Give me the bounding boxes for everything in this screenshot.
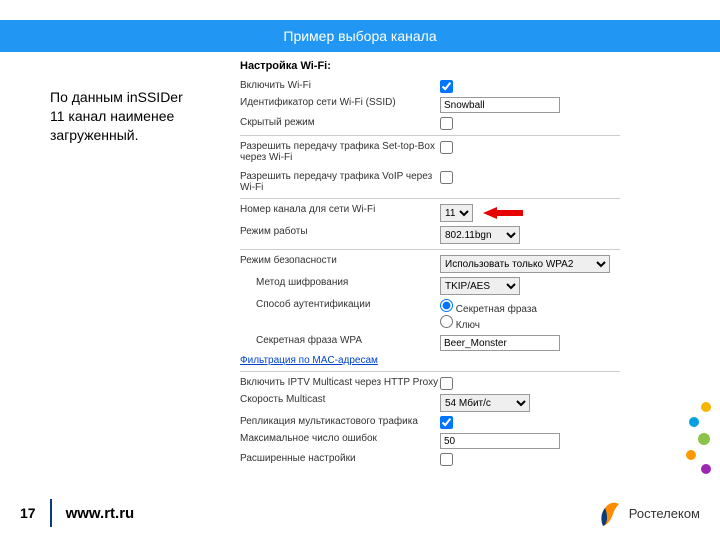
- auth-key-label: Ключ: [456, 320, 480, 331]
- row-advanced: Расширенные настройки: [240, 451, 680, 468]
- max-errors-label: Максимальное число ошибок: [240, 433, 440, 444]
- mcast-speed-select[interactable]: 54 Мбит/с: [440, 394, 530, 412]
- side-note: По данным inSSIDer 11 канал наименее заг…: [50, 88, 200, 145]
- row-mac-filter: Фильтрация по MAC-адресам: [240, 353, 680, 368]
- replication-checkbox[interactable]: [440, 416, 453, 429]
- side-note-text: По данным inSSIDer 11 канал наименее заг…: [50, 89, 183, 143]
- row-security: Режим безопасности Использовать только W…: [240, 253, 680, 275]
- footer-divider: [50, 499, 52, 527]
- slide-title: Пример выбора канала: [283, 28, 436, 44]
- stb-label: Разрешить передачу трафика Set-top-Box ч…: [240, 141, 440, 163]
- iptv-checkbox[interactable]: [440, 377, 453, 390]
- mac-filter-link[interactable]: Фильтрация по MAC-адресам: [240, 355, 378, 366]
- ssid-label: Идентификатор сети Wi-Fi (SSID): [240, 97, 440, 108]
- wifi-settings-panel: Настройка Wi-Fi: Включить Wi-Fi Идентифи…: [240, 60, 680, 468]
- row-ssid: Идентификатор сети Wi-Fi (SSID): [240, 95, 680, 115]
- row-hidden: Скрытый режим: [240, 115, 680, 132]
- rostelecom-logo: Ростелеком: [597, 498, 700, 528]
- mcast-speed-label: Скорость Multicast: [240, 394, 440, 405]
- channel-label: Номер канала для сети Wi-Fi: [240, 204, 440, 215]
- row-mcast-speed: Скорость Multicast 54 Мбит/с: [240, 392, 680, 414]
- advanced-checkbox[interactable]: [440, 453, 453, 466]
- replication-label: Репликация мультикастового трафика: [240, 416, 440, 427]
- security-label: Режим безопасности: [240, 255, 440, 266]
- divider: [240, 371, 620, 372]
- row-auth: Способ аутентификации Секретная фраза Кл…: [240, 297, 680, 333]
- auth-passphrase-radio[interactable]: [440, 299, 453, 312]
- advanced-label: Расширенные настройки: [240, 453, 440, 464]
- row-stb: Разрешить передачу трафика Set-top-Box ч…: [240, 139, 680, 165]
- mode-label: Режим работы: [240, 226, 440, 237]
- enable-wifi-checkbox[interactable]: [440, 80, 453, 93]
- page-number: 17: [20, 505, 36, 521]
- ssid-input[interactable]: [440, 97, 560, 113]
- section-title: Настройка Wi-Fi:: [240, 60, 680, 72]
- hidden-label: Скрытый режим: [240, 117, 440, 128]
- enable-wifi-label: Включить Wi-Fi: [240, 80, 440, 91]
- row-channel: Номер канала для сети Wi-Fi 11: [240, 202, 680, 224]
- footer-url: www.rt.ru: [66, 505, 135, 522]
- security-select[interactable]: Использовать только WPA2: [440, 255, 610, 273]
- wpa-phrase-input[interactable]: [440, 335, 560, 351]
- wpa-phrase-label: Секретная фраза WPA: [240, 335, 440, 346]
- row-iptv: Включить IPTV Multicast через HTTP Proxy: [240, 375, 680, 392]
- row-replication: Репликация мультикастового трафика: [240, 414, 680, 431]
- ear-icon: [597, 498, 623, 528]
- auth-passphrase-label: Секретная фраза: [456, 304, 537, 315]
- footer-left: 17 www.rt.ru: [20, 499, 134, 527]
- row-enable-wifi: Включить Wi-Fi: [240, 78, 680, 95]
- auth-key-radio[interactable]: [440, 315, 453, 328]
- arrow-icon: [483, 205, 523, 221]
- brand-text: Ростелеком: [629, 506, 700, 521]
- row-max-errors: Максимальное число ошибок: [240, 431, 680, 451]
- channel-select[interactable]: 11: [440, 204, 473, 222]
- voip-checkbox[interactable]: [440, 171, 453, 184]
- voip-label: Разрешить передачу трафика VoIP через Wi…: [240, 171, 440, 193]
- mode-select[interactable]: 802.11bgn: [440, 226, 520, 244]
- row-encryption: Метод шифрования TKIP/AES: [240, 275, 680, 297]
- divider: [240, 135, 620, 136]
- row-wpa-phrase: Секретная фраза WPA: [240, 333, 680, 353]
- slide-header: Пример выбора канала: [0, 20, 720, 52]
- row-voip: Разрешить передачу трафика VoIP через Wi…: [240, 169, 680, 195]
- stb-checkbox[interactable]: [440, 141, 453, 154]
- auth-label: Способ аутентификации: [240, 299, 440, 310]
- footer: 17 www.rt.ru Ростелеком: [20, 498, 700, 528]
- encryption-label: Метод шифрования: [240, 277, 440, 288]
- divider: [240, 249, 620, 250]
- divider: [240, 198, 620, 199]
- encryption-select[interactable]: TKIP/AES: [440, 277, 520, 295]
- decorative-doodle: [676, 397, 716, 480]
- max-errors-input[interactable]: [440, 433, 560, 449]
- row-mode: Режим работы 802.11bgn: [240, 224, 680, 246]
- hidden-checkbox[interactable]: [440, 117, 453, 130]
- iptv-label: Включить IPTV Multicast через HTTP Proxy: [240, 377, 440, 388]
